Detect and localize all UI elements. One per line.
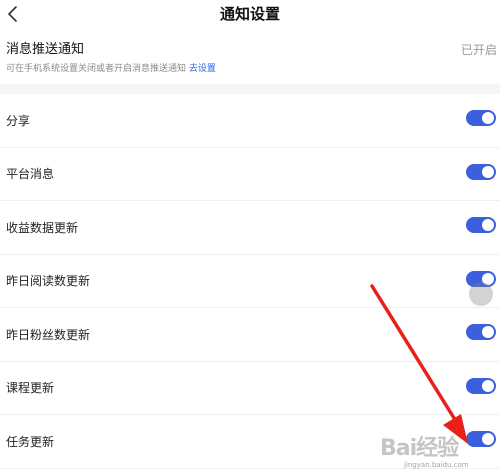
toggle-knob	[482, 219, 494, 231]
toggle-switch-earnings-update[interactable]	[466, 217, 496, 233]
toggle-knob	[482, 112, 494, 124]
go-settings-link[interactable]: 去设置	[189, 64, 216, 74]
setting-row-yesterday-reads: 昨日阅读数更新	[0, 254, 500, 308]
touch-indicator	[469, 282, 493, 306]
setting-row-platform-messages: 平台消息	[0, 147, 500, 201]
setting-row-task-update: 任务更新	[0, 415, 500, 469]
setting-label: 平台消息	[6, 167, 55, 182]
toggle-switch-platform-messages[interactable]	[466, 163, 496, 180]
section-divider	[0, 84, 500, 94]
setting-label: 课程更新	[6, 381, 55, 396]
toggle-switch-task-update[interactable]	[466, 431, 496, 447]
page-title: 通知设置	[219, 5, 280, 23]
toggle-knob	[482, 379, 494, 392]
setting-row-earnings-update: 收益数据更新	[0, 201, 500, 255]
toggle-switch-course-update[interactable]	[466, 377, 496, 394]
toggle-knob	[482, 165, 494, 178]
toggle-knob	[482, 326, 494, 338]
setting-label: 收益数据更新	[6, 220, 79, 235]
notification-settings-list: 分享 平台消息 收益数据更新 昨日阅读数更新 昨日粉丝数更新 课程更新 任务更新	[0, 94, 500, 469]
toggle-knob	[482, 433, 494, 445]
setting-label: 昨日粉丝数更新	[6, 327, 91, 342]
push-notification-title: 消息推送通知	[6, 42, 85, 57]
setting-row-share: 分享	[0, 94, 500, 148]
setting-label: 任务更新	[6, 434, 55, 449]
setting-label: 昨日阅读数更新	[6, 274, 91, 289]
push-notification-section: 消息推送通知 已开启 可在手机系统设置关闭或者开启消息推送通知 去设置	[0, 30, 500, 84]
top-nav-bar: 通知设置	[0, 0, 500, 30]
push-description-text: 可在手机系统设置关闭或者开启消息推送通知	[6, 64, 187, 74]
toggle-switch-yesterday-followers[interactable]	[466, 324, 496, 340]
toggle-switch-share[interactable]	[466, 110, 496, 126]
setting-label: 分享	[6, 113, 31, 128]
push-notification-status: 已开启	[460, 43, 497, 57]
setting-row-yesterday-followers: 昨日粉丝数更新	[0, 308, 500, 362]
setting-row-course-update: 课程更新	[0, 361, 500, 415]
push-notification-description: 可在手机系统设置关闭或者开启消息推送通知 去设置	[6, 63, 216, 75]
